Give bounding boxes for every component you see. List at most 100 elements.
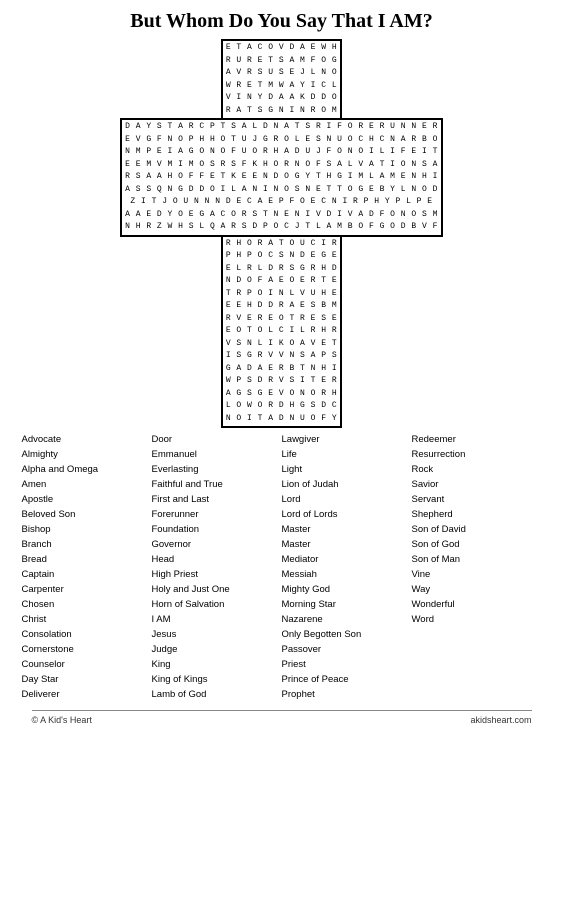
- word-item: Nazarene: [282, 612, 412, 627]
- puzzle-row: V S N L I K O A V E T: [226, 338, 337, 351]
- word-item: Captain: [22, 567, 152, 582]
- word-item: Life: [282, 447, 412, 462]
- puzzle-row: A G S G E V O N O R H: [226, 388, 337, 401]
- word-item: Bread: [22, 552, 152, 567]
- word-list-col1: Advocate Almighty Alpha and Omega Amen A…: [22, 432, 152, 702]
- word-item: Judge: [152, 642, 282, 657]
- word-item: Beloved Son: [22, 507, 152, 522]
- word-item: Servant: [412, 492, 542, 507]
- puzzle-row: G A D A E R B T N H I: [226, 363, 337, 376]
- word-item: Almighty: [22, 447, 152, 462]
- puzzle-row: E L R L D R S G R H D: [226, 263, 337, 276]
- puzzle-row: E O T O L C I L R H R: [226, 325, 337, 338]
- word-item: Foundation: [152, 522, 282, 537]
- puzzle-row: T R P O I N L V U H E: [226, 288, 337, 301]
- word-item: Counselor: [22, 657, 152, 672]
- word-item: Day Star: [22, 672, 152, 687]
- word-item: Emmanuel: [152, 447, 282, 462]
- word-item: Cornerstone: [22, 642, 152, 657]
- cross-bottom: R H O R A T O U C I R P H P O C S N D E …: [221, 237, 342, 429]
- puzzle-row: R V E R E O T R E S E: [226, 313, 337, 326]
- word-item: Son of Man: [412, 552, 542, 567]
- puzzle-row: E E H D D R A E S B M: [226, 300, 337, 313]
- puzzle-row: W P S D R V S I T E R: [226, 375, 337, 388]
- word-item: Way: [412, 582, 542, 597]
- word-item: Mighty God: [282, 582, 412, 597]
- word-item: Prophet: [282, 687, 412, 702]
- word-list-col2: Door Emmanuel Everlasting Faithful and T…: [152, 432, 282, 702]
- word-item: Son of God: [412, 537, 542, 552]
- puzzle-row: P H P O C S N D E G E: [226, 250, 337, 263]
- puzzle-row: V I N Y D A A K D D O: [226, 92, 337, 105]
- puzzle-row: N H R Z W H S L Q A R S D P O C J T L A …: [125, 221, 438, 234]
- footer: © A Kid's Heart akidsheart.com: [32, 710, 532, 725]
- puzzle-row: R U R E T S A M F O G: [226, 55, 337, 68]
- word-item: Lion of Judah: [282, 477, 412, 492]
- puzzle-row: R S A A H O F F E T K E E N D O G Y T H …: [125, 171, 438, 184]
- word-item: Branch: [22, 537, 152, 552]
- word-item: I AM: [152, 612, 282, 627]
- word-item: Master: [282, 537, 412, 552]
- word-item: Bishop: [22, 522, 152, 537]
- word-list-grid: Advocate Almighty Alpha and Omega Amen A…: [22, 432, 542, 702]
- puzzle-row: A S S Q N G D D O I L A N I N O S N E T …: [125, 184, 438, 197]
- puzzle-row: N M P E I A G O N O F U O R H A D U J F …: [125, 146, 438, 159]
- word-item: Head: [152, 552, 282, 567]
- word-list-col3: Lawgiver Life Light Lion of Judah Lord L…: [282, 432, 412, 702]
- puzzle-row: D A Y S T A R C P T S A L D N A T S R I …: [125, 121, 438, 134]
- word-item: Vine: [412, 567, 542, 582]
- word-item: Christ: [22, 612, 152, 627]
- word-item: Messiah: [282, 567, 412, 582]
- puzzle-row: R A T S G N I N R O M: [226, 105, 337, 118]
- puzzle-row: I S G R V V N S A P S: [226, 350, 337, 363]
- word-item: Master: [282, 522, 412, 537]
- puzzle-row: A V R S U S E J L N O: [226, 67, 337, 80]
- word-item: Morning Star: [282, 597, 412, 612]
- word-item: Lord of Lords: [282, 507, 412, 522]
- puzzle-row: W R E T M W A Y I C L: [226, 80, 337, 93]
- puzzle-row: L O W O R D H G S D C: [226, 400, 337, 413]
- word-item: Only Begotten Son: [282, 627, 412, 642]
- word-item: Deliverer: [22, 687, 152, 702]
- word-item: Resurrection: [412, 447, 542, 462]
- word-item: Passover: [282, 642, 412, 657]
- footer-left: © A Kid's Heart: [32, 715, 92, 725]
- word-item: Consolation: [22, 627, 152, 642]
- word-item: Carpenter: [22, 582, 152, 597]
- page-title: But Whom Do You Say That I AM?: [130, 10, 432, 33]
- word-item: Light: [282, 462, 412, 477]
- puzzle-row: E V G F N O P H H O T U J G R O L E S N …: [125, 134, 438, 147]
- puzzle-row: A A E D Y O E G A C O R S T N E N I V D …: [125, 209, 438, 222]
- word-item: Rock: [412, 462, 542, 477]
- word-list-col4: Redeemer Resurrection Rock Savior Servan…: [412, 432, 542, 702]
- word-item: Apostle: [22, 492, 152, 507]
- word-item: Governor: [152, 537, 282, 552]
- word-item: Holy and Just One: [152, 582, 282, 597]
- puzzle-row: E E M V M I M O S R S F K H O R N O F S …: [125, 159, 438, 172]
- word-list: Advocate Almighty Alpha and Omega Amen A…: [12, 432, 552, 702]
- puzzle-row: N O I T A D N U O F Y: [226, 413, 337, 426]
- word-item: Mediator: [282, 552, 412, 567]
- word-item: Redeemer: [412, 432, 542, 447]
- word-item: Chosen: [22, 597, 152, 612]
- word-item: High Priest: [152, 567, 282, 582]
- puzzle-container: E T A C O V D A E W H R U R E T S A M F …: [120, 39, 443, 428]
- word-item: Faithful and True: [152, 477, 282, 492]
- word-item: Son of David: [412, 522, 542, 537]
- word-item: Lamb of God: [152, 687, 282, 702]
- puzzle-row: Z I T J O U N N N D E C A E P F O E C N …: [125, 196, 438, 209]
- puzzle-row: E T A C O V D A E W H: [226, 42, 337, 55]
- cross-top: E T A C O V D A E W H R U R E T S A M F …: [221, 39, 342, 118]
- word-item: Everlasting: [152, 462, 282, 477]
- word-item: Savior: [412, 477, 542, 492]
- word-item: Prince of Peace: [282, 672, 412, 687]
- word-item: King: [152, 657, 282, 672]
- word-item: Word: [412, 612, 542, 627]
- word-item: Priest: [282, 657, 412, 672]
- word-item: First and Last: [152, 492, 282, 507]
- puzzle-row: N D O F A E O E R T E: [226, 275, 337, 288]
- word-item: Forerunner: [152, 507, 282, 522]
- puzzle-row: R H O R A T O U C I R: [226, 238, 337, 251]
- word-item: Advocate: [22, 432, 152, 447]
- word-item: Lord: [282, 492, 412, 507]
